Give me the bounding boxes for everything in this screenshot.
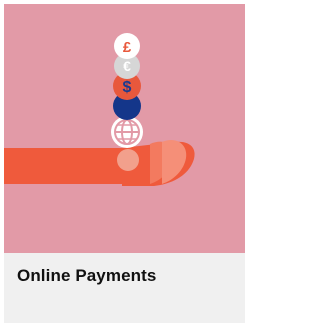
hand-with-coins-illustration: $ € £ xyxy=(4,33,195,186)
payments-illustration: $ € £ xyxy=(4,4,245,253)
online-payments-card[interactable]: $ € £ Online Payments xyxy=(4,4,245,323)
coin-stack: $ € £ xyxy=(111,33,143,148)
hand-icon xyxy=(4,139,195,186)
card-title[interactable]: Online Payments xyxy=(17,266,156,286)
globe-coin-icon xyxy=(111,116,143,148)
pound-coin-icon: £ xyxy=(114,33,140,59)
svg-text:£: £ xyxy=(123,39,132,56)
svg-text:$: $ xyxy=(123,79,132,96)
svg-text:€: € xyxy=(123,58,131,74)
